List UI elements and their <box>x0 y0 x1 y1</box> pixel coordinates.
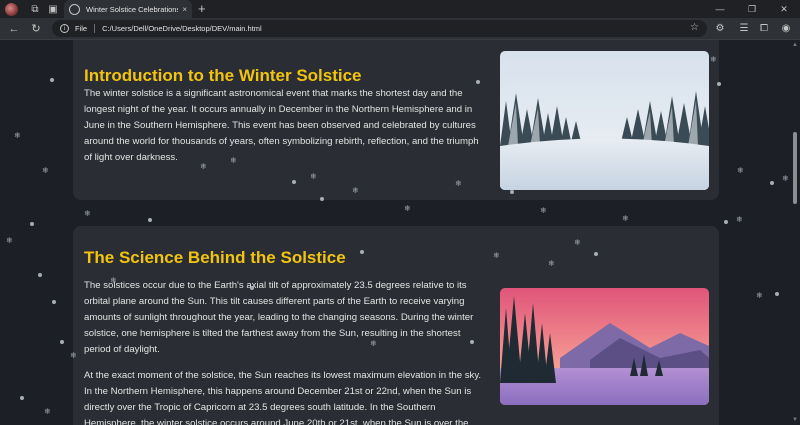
snow-dot <box>148 218 152 222</box>
snowflake-icon: ❄ <box>736 215 743 224</box>
snowflake-icon: ❄ <box>737 166 744 175</box>
snowy-forest-image <box>500 51 709 190</box>
url-scheme: File <box>75 24 88 33</box>
new-tab-button[interactable]: + <box>198 0 206 18</box>
close-window-button[interactable]: ✕ <box>768 0 800 18</box>
extensions-icon[interactable]: ⚙ <box>712 21 728 37</box>
minimize-button[interactable]: — <box>704 0 736 18</box>
vertical-scrollbar[interactable]: ▲ ▼ <box>790 40 800 425</box>
collections-icon[interactable]: ⧠ <box>756 21 772 37</box>
section-title: Introduction to the Winter Solstice <box>84 66 362 85</box>
address-toolbar: ← ↻ i File C:/Users/Dell/OneDrive/Deskto… <box>0 18 800 40</box>
window-controls: — ❐ ✕ <box>704 0 800 18</box>
section-paragraph: The winter solstice is a significant ast… <box>84 88 479 163</box>
page-viewport: Introduction to the Winter Solstice The … <box>0 40 790 425</box>
globe-icon <box>69 3 80 15</box>
workspaces-icon[interactable]: ⧉ <box>26 0 44 18</box>
snowflake-icon: ❄ <box>42 166 49 175</box>
tab-strip: ⧉ ▣ Winter Solstice Celebrations Arou × … <box>0 0 800 18</box>
snow-dot <box>724 220 728 224</box>
snow-dot <box>775 292 779 296</box>
section-title: The Science Behind the Solstice <box>84 248 346 267</box>
snowflake-icon: ❄ <box>756 291 763 300</box>
url-separator <box>94 24 96 33</box>
snow-dot <box>60 340 64 344</box>
back-button[interactable]: ← <box>6 21 22 37</box>
refresh-button[interactable]: ↻ <box>28 21 44 37</box>
sunset-mountains-image <box>500 288 709 405</box>
maximize-button[interactable]: ❐ <box>736 0 768 18</box>
tab-title: Winter Solstice Celebrations Arou <box>86 4 179 14</box>
site-info-icon[interactable]: i <box>60 24 69 33</box>
scrollbar-thumb[interactable] <box>793 132 797 204</box>
active-tab[interactable]: Winter Solstice Celebrations Arou × <box>64 0 192 18</box>
section-paragraph: The solstices occur due to the Earth's a… <box>84 280 474 355</box>
address-bar[interactable]: i File C:/Users/Dell/OneDrive/Desktop/DE… <box>52 20 707 37</box>
snowflake-icon: ❄ <box>404 204 411 213</box>
snowflake-icon: ❄ <box>6 236 13 245</box>
section-science: The Science Behind the Solstice The sols… <box>73 226 719 425</box>
snowflake-icon: ❄ <box>84 209 91 218</box>
snow-dot <box>50 78 54 82</box>
snow-dot <box>52 300 56 304</box>
snowflake-icon: ❄ <box>44 407 51 416</box>
snow-dot <box>770 181 774 185</box>
scroll-up-icon[interactable]: ▲ <box>792 42 798 48</box>
section-paragraph: At the exact moment of the solstice, the… <box>84 370 482 425</box>
snowflake-icon: ❄ <box>782 174 789 183</box>
snow-dot <box>38 273 42 277</box>
section-intro: Introduction to the Winter Solstice The … <box>73 40 719 200</box>
favorite-star-icon[interactable]: ☆ <box>690 22 699 33</box>
snowflake-icon: ❄ <box>622 214 629 223</box>
snow-dot <box>20 396 24 400</box>
snow-dot <box>30 222 34 226</box>
scroll-down-icon[interactable]: ▼ <box>792 417 798 423</box>
copilot-icon[interactable]: ◉ <box>778 21 794 37</box>
snowflake-icon: ❄ <box>540 206 547 215</box>
favorites-icon[interactable]: ☰ <box>736 21 752 37</box>
close-tab-button[interactable]: × <box>182 5 187 14</box>
snowflake-icon: ❄ <box>14 131 21 140</box>
tab-actions-icon[interactable]: ▣ <box>44 0 62 18</box>
url-text[interactable]: C:/Users/Dell/OneDrive/Desktop/DEV/main.… <box>102 24 262 33</box>
profile-avatar[interactable] <box>5 2 18 16</box>
